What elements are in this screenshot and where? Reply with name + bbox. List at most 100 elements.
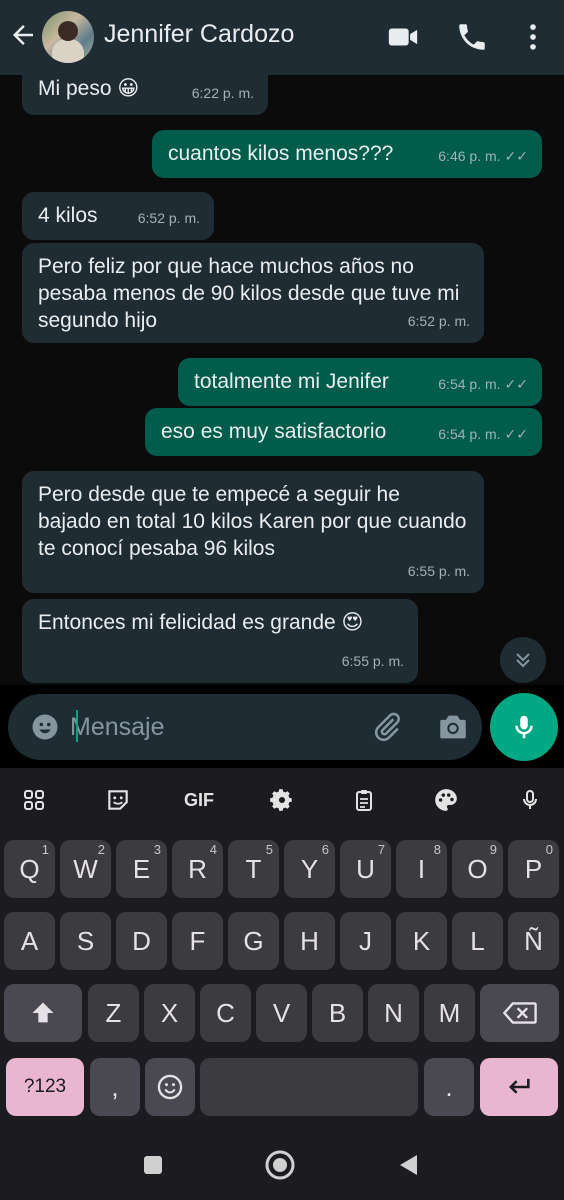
message-text: Entonces mi felicidad es grande 😍 (38, 611, 364, 634)
system-nav-bar (0, 1120, 564, 1200)
scroll-to-bottom-button[interactable] (500, 637, 546, 683)
message-bubble-outgoing[interactable]: cuantos kilos menos??? 6:46 p. m. ✓✓ (152, 130, 542, 178)
message-timestamp: 6:46 p. m. (438, 148, 501, 164)
key-label: Q (19, 853, 40, 884)
contact-name[interactable]: Jennifer Cardozo (104, 20, 294, 49)
key-enye[interactable]: Ñ (508, 912, 559, 970)
key-hint: 3 (153, 842, 161, 857)
comma-key[interactable]: , (90, 1058, 140, 1116)
message-bubble-incoming[interactable]: Entonces mi felicidad es grande 😍 6:55 p… (22, 599, 418, 683)
camera-icon[interactable] (436, 710, 470, 744)
backspace-icon (502, 1002, 537, 1024)
key-v[interactable]: V (256, 984, 307, 1042)
message-time: 6:22 p. m. (192, 80, 254, 107)
back-arrow-icon[interactable] (8, 20, 38, 50)
onscreen-keyboard: GIF Q1 W2 E3 R4 T5 Y6 U7 I8 O9 P0 A S D … (0, 768, 564, 1120)
key-hint: 8 (433, 842, 441, 857)
key-hint: 9 (489, 842, 497, 857)
theme-palette-icon[interactable] (426, 780, 466, 820)
apps-grid-icon[interactable] (14, 780, 54, 820)
key-z[interactable]: Z (88, 984, 139, 1042)
key-g[interactable]: G (228, 912, 279, 970)
avatar[interactable] (42, 11, 94, 63)
key-b[interactable]: B (312, 984, 363, 1042)
microphone-icon (515, 715, 533, 739)
key-m[interactable]: M (424, 984, 475, 1042)
key-k[interactable]: K (396, 912, 447, 970)
key-label: U (356, 853, 375, 884)
text-caret (76, 710, 78, 742)
key-d[interactable]: D (116, 912, 167, 970)
message-bubble-incoming[interactable]: 4 kilos 6:52 p. m. (22, 192, 214, 240)
phone-call-icon[interactable] (455, 20, 489, 54)
shift-key[interactable] (4, 984, 82, 1042)
message-text: Pero desde que te empecé a seguir he baj… (38, 483, 467, 560)
emoji-icon[interactable] (30, 712, 60, 742)
home-circle-icon[interactable] (263, 1148, 297, 1182)
key-x[interactable]: X (144, 984, 195, 1042)
recents-square-icon[interactable] (136, 1148, 170, 1182)
key-r[interactable]: R4 (172, 840, 223, 898)
key-w[interactable]: W2 (60, 840, 111, 898)
message-time: 6:54 p. m. ✓✓ (438, 421, 528, 448)
keyboard-toolbar: GIF (0, 776, 564, 820)
key-label: P (524, 853, 543, 884)
key-j[interactable]: J (340, 912, 391, 970)
message-timestamp: 6:54 p. m. (438, 376, 501, 392)
settings-gear-icon[interactable] (262, 780, 302, 820)
key-label: I (417, 853, 426, 884)
symbols-key[interactable]: ?123 (6, 1058, 84, 1116)
double-chevron-down-icon (516, 653, 530, 668)
key-label: O (467, 853, 488, 884)
voice-input-mic-icon[interactable] (510, 780, 550, 820)
key-p[interactable]: P0 (508, 840, 559, 898)
emoji-icon (157, 1074, 183, 1100)
key-e[interactable]: E3 (116, 840, 167, 898)
key-c[interactable]: C (200, 984, 251, 1042)
back-triangle-icon[interactable] (391, 1148, 425, 1182)
enter-key[interactable] (480, 1058, 558, 1116)
message-bubble-outgoing[interactable]: totalmente mi Jenifer 6:54 p. m. ✓✓ (178, 358, 542, 406)
key-o[interactable]: O9 (452, 840, 503, 898)
key-l[interactable]: L (452, 912, 503, 970)
key-a[interactable]: A (4, 912, 55, 970)
read-ticks-icon: ✓✓ (504, 426, 528, 442)
key-hint: 6 (321, 842, 329, 857)
message-timestamp: 6:55 p. m. (341, 653, 404, 669)
key-y[interactable]: Y6 (284, 840, 335, 898)
message-bubble-incoming[interactable]: Pero desde que te empecé a seguir he baj… (22, 471, 484, 593)
voice-record-button[interactable] (490, 693, 558, 761)
message-bubble-outgoing[interactable]: eso es muy satisfactorio 6:54 p. m. ✓✓ (145, 408, 542, 456)
shift-arrow-icon (32, 1002, 54, 1023)
key-q[interactable]: Q1 (4, 840, 55, 898)
clipboard-icon[interactable] (344, 780, 384, 820)
key-s[interactable]: S (60, 912, 111, 970)
message-input[interactable] (70, 708, 350, 746)
key-t[interactable]: T5 (228, 840, 279, 898)
space-key[interactable] (200, 1058, 418, 1116)
key-h[interactable]: H (284, 912, 335, 970)
gif-button[interactable]: GIF (176, 780, 222, 820)
message-list[interactable]: Mi peso 😀 6:22 p. m. cuantos kilos menos… (0, 75, 564, 685)
message-bubble-incoming[interactable]: Pero feliz por que hace muchos años no p… (22, 243, 484, 343)
key-n[interactable]: N (368, 984, 419, 1042)
key-hint: 5 (265, 842, 273, 857)
period-key[interactable]: . (424, 1058, 474, 1116)
key-u[interactable]: U7 (340, 840, 391, 898)
emoji-key[interactable] (145, 1058, 195, 1116)
message-timestamp: 6:22 p. m. (191, 85, 254, 101)
message-time: 6:52 p. m. (138, 205, 200, 232)
backspace-key[interactable] (480, 984, 559, 1042)
sticker-icon[interactable] (98, 780, 138, 820)
key-label: W (73, 853, 98, 884)
more-options-icon[interactable] (516, 20, 550, 54)
key-label: E (132, 853, 151, 884)
key-i[interactable]: I8 (396, 840, 447, 898)
read-ticks-icon: ✓✓ (504, 148, 528, 164)
video-call-icon[interactable] (386, 20, 420, 54)
message-composer (8, 694, 482, 760)
key-f[interactable]: F (172, 912, 223, 970)
message-bubble-incoming[interactable]: Mi peso 😀 6:22 p. m. (22, 75, 268, 115)
attach-paperclip-icon[interactable] (370, 710, 404, 744)
message-timestamp: 6:52 p. m. (407, 313, 470, 329)
